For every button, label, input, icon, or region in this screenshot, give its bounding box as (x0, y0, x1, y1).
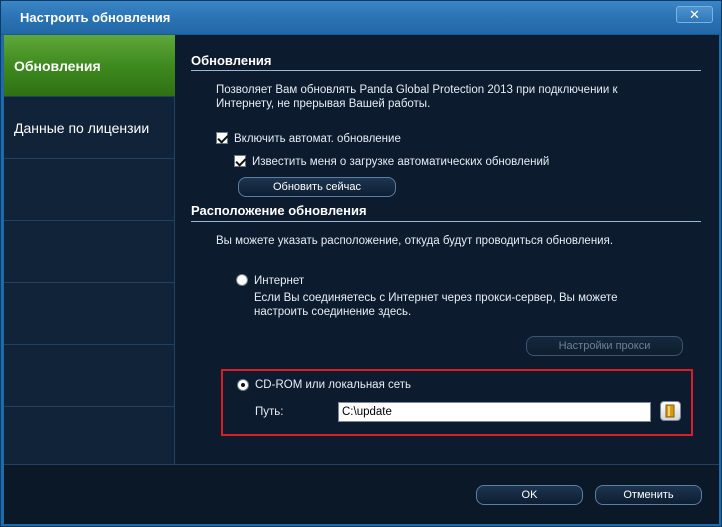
cdrom-radio[interactable] (237, 379, 249, 391)
notify-label[interactable]: Известить меня о загрузке автоматических… (252, 155, 549, 169)
browse-button[interactable] (660, 401, 681, 421)
close-button[interactable]: ✕ (676, 6, 713, 23)
folder-icon (665, 404, 675, 418)
sidebar-empty-slot (4, 283, 175, 345)
internet-radio[interactable] (236, 274, 248, 286)
sidebar-item-label: Обновления (14, 58, 101, 74)
path-label: Путь: (255, 406, 284, 418)
updates-description: Позволяет Вам обновлять Panda Global Pro… (216, 84, 618, 110)
sidebar-item-label: Данные по лицензии (14, 120, 150, 136)
internet-description: Если Вы соединяетесь с Интернет через пр… (254, 292, 618, 318)
section-divider (191, 221, 701, 222)
cancel-button[interactable]: Отменить (595, 485, 702, 505)
sidebar-empty-slot (4, 345, 175, 407)
location-section-title: Расположение обновления (191, 203, 367, 218)
client-area: Обновления Данные по лицензии Обновления… (4, 35, 719, 464)
sidebar-empty-slot (4, 159, 175, 221)
auto-update-checkbox[interactable] (216, 132, 228, 144)
ok-button[interactable]: OK (476, 485, 583, 505)
settings-content: Обновления Позволяет Вам обновлять Panda… (176, 35, 719, 464)
section-divider (191, 70, 701, 71)
cdrom-label[interactable]: CD-ROM или локальная сеть (255, 378, 411, 392)
location-description: Вы можете указать расположение, откуда б… (216, 235, 614, 247)
sidebar: Обновления Данные по лицензии (4, 35, 175, 464)
sidebar-empty-slot (4, 221, 175, 283)
proxy-settings-button[interactable]: Настройки прокси (526, 336, 683, 356)
settings-window: Настроить обновления ✕ Обновления Данные… (0, 0, 722, 527)
title-bar[interactable]: Настроить обновления ✕ (1, 1, 721, 35)
window-title: Настроить обновления (20, 10, 171, 25)
sidebar-item-updates[interactable]: Обновления (4, 35, 175, 97)
internet-label[interactable]: Интернет (254, 274, 304, 288)
close-icon: ✕ (689, 7, 700, 22)
path-input[interactable]: C:\update (338, 402, 651, 422)
updates-section-title: Обновления (191, 53, 272, 68)
sidebar-item-license[interactable]: Данные по лицензии (4, 97, 175, 159)
footer-bar: OK Отменить (4, 464, 719, 524)
update-now-button[interactable]: Обновить сейчас (238, 177, 396, 197)
notify-checkbox[interactable] (234, 155, 246, 167)
auto-update-label[interactable]: Включить автомат. обновление (234, 132, 401, 146)
